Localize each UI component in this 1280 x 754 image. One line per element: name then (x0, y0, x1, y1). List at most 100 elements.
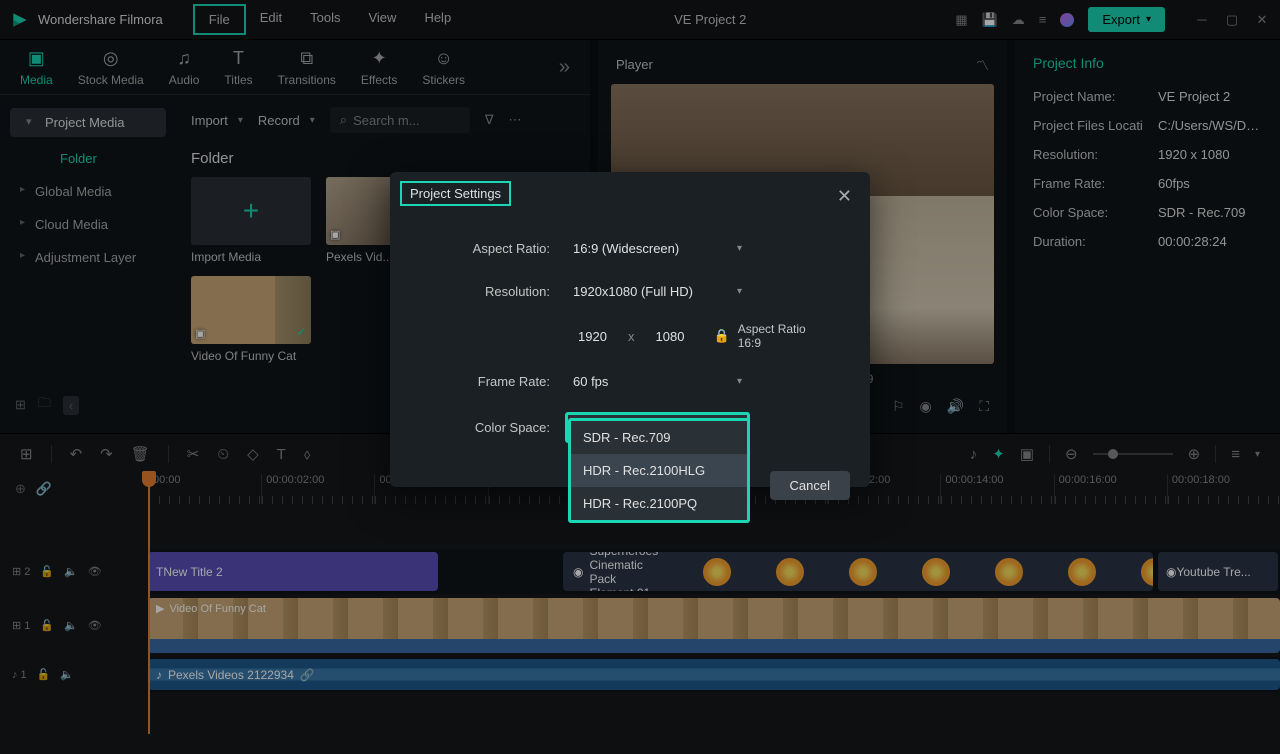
fullscreen-icon[interactable]: ⛶ (979, 398, 989, 415)
marker-icon[interactable]: ⚐ (892, 398, 905, 415)
orb-icon (1141, 558, 1153, 586)
sidebar-project-media[interactable]: Project Media (10, 108, 166, 137)
eye-icon[interactable]: 👁 (88, 565, 102, 578)
tab-transitions[interactable]: ⧉Transitions (278, 48, 336, 87)
link-icon[interactable]: 🔗 (36, 481, 52, 497)
view-options-icon[interactable]: ≡ (1231, 446, 1240, 463)
view-chevron-icon[interactable]: ▾ (1255, 449, 1260, 460)
mute-icon[interactable]: 🔈 (64, 619, 78, 632)
aspect-ratio-select[interactable]: 16:9 (Widescreen)▾ (565, 236, 750, 261)
import-media-tile[interactable]: + Import Media (191, 177, 311, 264)
width-input[interactable]: 1920 (565, 329, 620, 344)
sidebar-global-media[interactable]: Global Media (0, 175, 176, 208)
tab-stickers[interactable]: ☺Stickers (422, 48, 465, 87)
mixer-icon[interactable]: ♪ (970, 446, 978, 463)
media-tile-2[interactable]: ▣✓ Video Of Funny Cat (191, 276, 311, 363)
volume-icon[interactable]: 🔊 (947, 398, 964, 415)
zoom-in-icon[interactable]: ⊕ (1188, 445, 1201, 463)
resolution-select[interactable]: 1920x1080 (Full HD)▾ (565, 279, 750, 304)
menu-file[interactable]: File (193, 4, 246, 35)
option-sdr[interactable]: SDR - Rec.709 (571, 421, 747, 454)
tab-media[interactable]: ▣Media (20, 48, 53, 87)
close-button[interactable]: ✕ (1254, 12, 1270, 28)
lock-icon[interactable]: 🔓 (40, 565, 54, 578)
link-badge-icon: 🔗 (300, 668, 315, 682)
eye-icon[interactable]: 👁 (88, 619, 102, 632)
project-title: VE Project 2 (465, 12, 955, 27)
manage-tracks-icon[interactable]: ⊞ (20, 445, 33, 463)
playhead-icon[interactable] (142, 471, 156, 487)
cloud-icon[interactable]: ☁ (1012, 12, 1025, 28)
zoom-slider[interactable] (1093, 453, 1173, 455)
clip-audio[interactable]: ♪Pexels Videos 2122934 🔗 (148, 659, 1280, 690)
app-logo (10, 10, 30, 30)
sidebar-cloud-media[interactable]: Cloud Media (0, 208, 176, 241)
scope-icon[interactable]: 〽 (976, 55, 989, 74)
render-icon[interactable]: ▣ (1020, 445, 1034, 463)
speed-icon[interactable]: ⏲ (217, 446, 229, 463)
redo-icon[interactable]: ↷ (100, 445, 113, 463)
track-head-2: ⊞ 2 🔓 🔈 👁 (0, 549, 148, 594)
tab-stock-media[interactable]: ◎Stock Media (78, 48, 144, 87)
insert-icon[interactable]: ⊕ (15, 481, 26, 497)
mute-icon[interactable]: 🔈 (60, 668, 74, 681)
framerate-select[interactable]: 60 fps▾ (565, 369, 750, 394)
minimize-button[interactable]: ─ (1194, 12, 1210, 28)
crop-icon[interactable]: ◇ (247, 445, 259, 463)
search-input[interactable]: ⌕Search m... (330, 107, 470, 133)
orb-icon (995, 558, 1023, 586)
collapse-sidebar-icon[interactable]: ‹ (63, 396, 79, 415)
zoom-out-icon[interactable]: ⊖ (1065, 445, 1078, 463)
menu-view[interactable]: View (354, 4, 410, 35)
folders-icon[interactable]: 🗀 (38, 394, 51, 416)
undo-icon[interactable]: ↶ (70, 445, 83, 463)
new-folder-icon[interactable]: ⊞ (15, 397, 26, 413)
split-icon[interactable]: ✂ (187, 445, 200, 463)
clip-element[interactable]: ◉Superheroes Cinematic Pack Element 01 (563, 552, 1153, 591)
tab-effects[interactable]: ✦Effects (361, 48, 397, 87)
dialog-title: Project Settings (410, 186, 501, 201)
more-tabs-icon[interactable]: » (559, 56, 570, 79)
app-name: Wondershare Filmora (38, 12, 163, 27)
media-icon: ▣ (28, 48, 45, 70)
clip-title[interactable]: T New Title 2 (148, 552, 438, 591)
lock-icon[interactable]: 🔒 (714, 328, 730, 344)
plus-icon: + (243, 195, 259, 227)
import-dropdown[interactable]: Import ▾ (191, 113, 243, 128)
close-icon[interactable]: ✕ (837, 186, 852, 207)
sidebar-folder[interactable]: Folder (0, 142, 176, 175)
export-button[interactable]: Export ▾ (1088, 7, 1165, 32)
account-icon[interactable] (1060, 13, 1074, 27)
record-dropdown[interactable]: Record ▾ (258, 113, 315, 128)
text-icon[interactable]: T (277, 446, 286, 463)
menu-tools[interactable]: Tools (296, 4, 354, 35)
keyframe-icon[interactable]: ⬨ (304, 446, 311, 463)
menu-help[interactable]: Help (410, 4, 465, 35)
lock-icon[interactable]: 🔓 (37, 668, 51, 681)
titles-icon: T (233, 48, 244, 70)
tab-titles[interactable]: TTitles (224, 48, 252, 87)
menu-icon[interactable]: ≡ (1039, 12, 1047, 27)
filter-icon[interactable]: ∇ (485, 112, 494, 128)
option-pq[interactable]: HDR - Rec.2100PQ (571, 487, 747, 520)
marker-add-icon[interactable]: ✦ (992, 445, 1005, 463)
clip-element-2[interactable]: ◉ Youtube Tre... (1158, 552, 1278, 591)
layout-icon[interactable]: ▦ (955, 12, 967, 28)
tab-audio[interactable]: ♫Audio (169, 48, 200, 87)
delete-icon[interactable]: 🗑 (131, 445, 150, 463)
height-input[interactable]: 1080 (643, 329, 698, 344)
option-hlg[interactable]: HDR - Rec.2100HLG (571, 454, 747, 487)
save-icon[interactable]: 💾 (982, 12, 998, 28)
info-title: Project Info (1033, 55, 1262, 71)
lock-icon[interactable]: 🔓 (40, 619, 54, 632)
mute-icon[interactable]: 🔈 (64, 565, 78, 578)
more-icon[interactable]: ⋯ (509, 112, 522, 128)
clip-video[interactable]: ▶Video Of Funny Cat (148, 598, 1280, 653)
sidebar-adjustment-layer[interactable]: Adjustment Layer (0, 241, 176, 274)
cancel-button[interactable]: Cancel (770, 471, 850, 500)
check-icon: ✓ (296, 324, 307, 340)
maximize-button[interactable]: ▢ (1224, 12, 1240, 28)
menu-edit[interactable]: Edit (246, 4, 296, 35)
element-clip-icon: ◉ (1166, 565, 1176, 579)
snapshot-icon[interactable]: ◉ (920, 398, 932, 415)
